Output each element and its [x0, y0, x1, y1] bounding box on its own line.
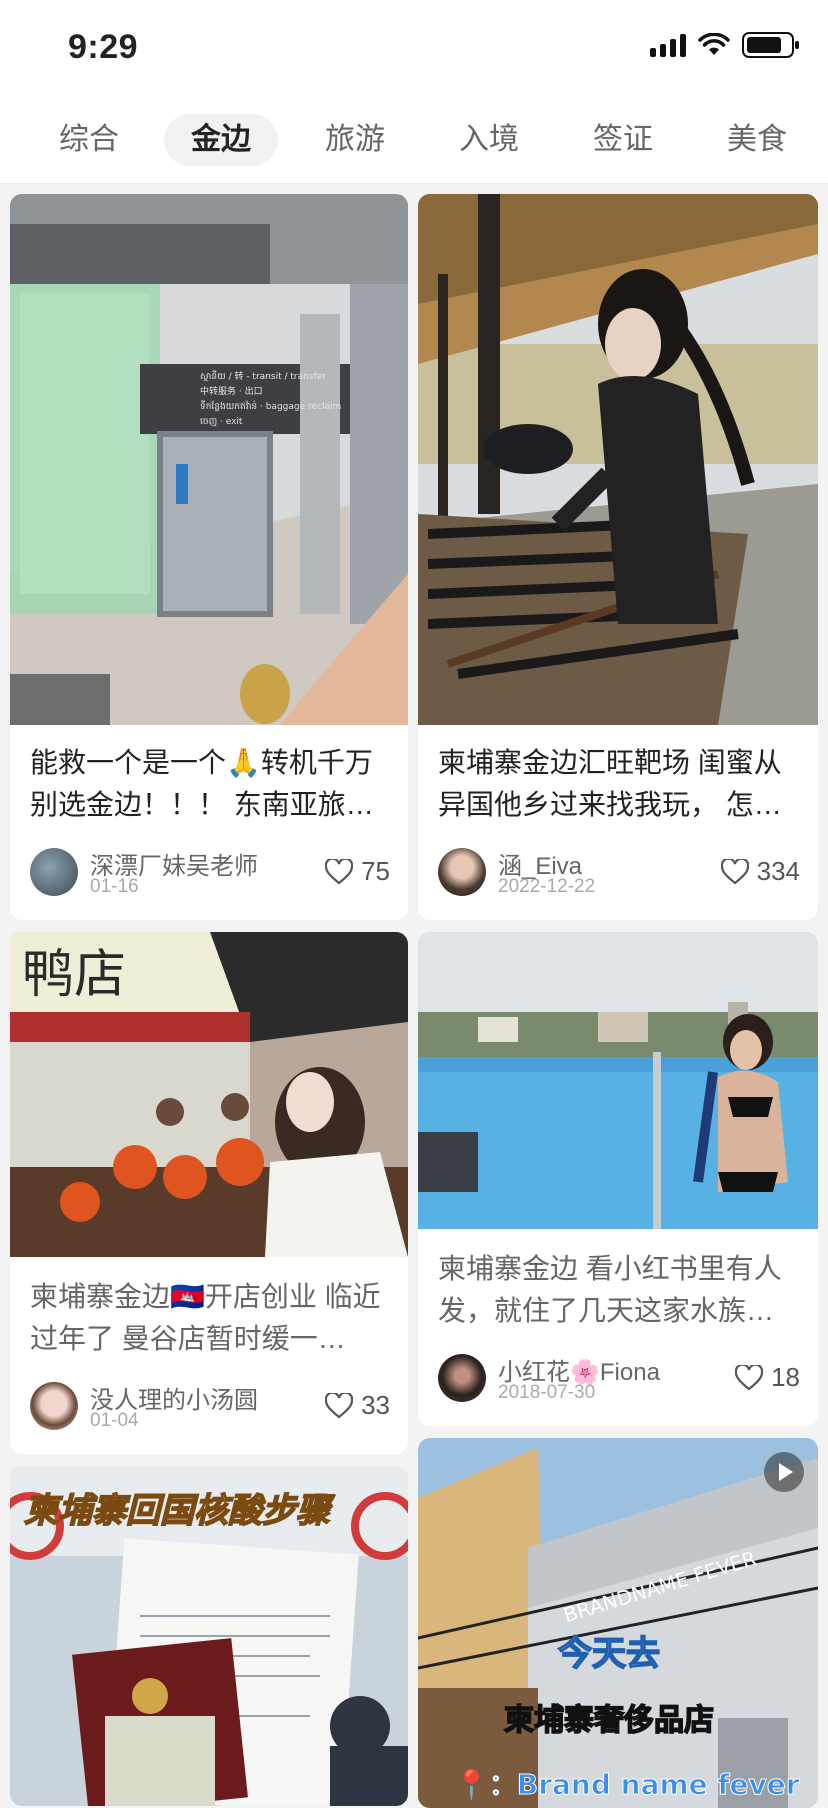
signage-exit-text: ចេញ · exit: [200, 417, 243, 427]
post-date: 01-04: [90, 1410, 139, 1431]
post-card[interactable]: 鸭店 柬埔寨金边🇰🇭开店创业 临近过年了 曼谷店暂时缓一… 没人理的小汤圆 01…: [10, 932, 408, 1454]
signage-transit-text: ស្ថានីយ / 转 - transit / transfer: [200, 370, 326, 382]
signage-baggage-text: ទីកន្លែងយកឥវ៉ាន់ · baggage reclaim: [200, 400, 341, 412]
heart-icon: [720, 858, 749, 884]
post-cover-image: ស្ថានីយ / 转 - transit / transfer 中转服务 · …: [10, 194, 408, 725]
heart-icon: [735, 1364, 764, 1390]
heart-icon: [325, 858, 354, 884]
post-date: 2022-12-22: [498, 876, 596, 897]
post-date: 01-16: [90, 876, 139, 897]
like-button[interactable]: 75: [325, 856, 390, 887]
shop-sign-text: 鸭店: [22, 945, 126, 1005]
like-count: 33: [361, 1390, 390, 1420]
tab-food[interactable]: 美食: [712, 114, 802, 166]
post-cover-image: BRANDNAME FEVER 今天去 柬埔寨奢侈品店 📍：Brand name…: [418, 1438, 818, 1808]
status-icons: [650, 32, 799, 58]
cellular-signal-icon: [650, 33, 686, 57]
like-count: 334: [756, 856, 800, 886]
like-button[interactable]: 33: [325, 1390, 390, 1421]
post-card[interactable]: BRANDNAME FEVER 今天去 柬埔寨奢侈品店 📍：Brand name…: [418, 1438, 818, 1808]
post-title: 柬埔寨金边 看小红书里有人发，就住了几天这家水族…: [438, 1253, 782, 1326]
avatar[interactable]: [30, 1382, 78, 1430]
post-title: 柬埔寨金边🇰🇭开店创业 临近过年了 曼谷店暂时缓一…: [30, 1281, 381, 1354]
post-title: 能救一个是一个🙏转机千万别选金边！！！ 东南亚旅…: [30, 747, 374, 820]
video-play-icon: [764, 1452, 804, 1492]
post-meta: 深漂厂妹吴老师 01-16 75: [30, 846, 390, 898]
tab-visa[interactable]: 签证: [578, 114, 668, 166]
status-bar: 9:29: [0, 0, 828, 100]
status-time: 9:29: [68, 28, 139, 66]
tab-entry[interactable]: 入境: [444, 114, 534, 166]
signage-service-text: 中转服务 · 出口: [200, 385, 263, 397]
tab-comprehensive[interactable]: 综合: [44, 114, 134, 166]
post-date: 2018-07-30: [498, 1382, 596, 1403]
wifi-icon: [698, 33, 730, 55]
cover-text-line2: 柬埔寨奢侈品店: [504, 1703, 714, 1738]
post-title: 柬埔寨金边汇旺靶场 闺蜜从异国他乡过来找我玩， 怎…: [438, 747, 782, 820]
post-cover-image: [418, 932, 818, 1229]
avatar[interactable]: [438, 1354, 486, 1402]
post-cover-image: 柬埔寨回国核酸步骤: [10, 1466, 408, 1806]
post-card[interactable]: ស្ថានីយ / 转 - transit / transfer 中转服务 · …: [10, 194, 408, 920]
cover-text-line3: 📍：Brand name fever: [454, 1768, 800, 1801]
battery-icon: [742, 32, 799, 58]
avatar[interactable]: [30, 848, 78, 896]
post-meta: 小红花🌸Fiona 2018-07-30 18: [438, 1352, 800, 1404]
post-cover-image: [418, 194, 818, 725]
like-button[interactable]: 334: [720, 856, 800, 887]
post-card[interactable]: 柬埔寨金边 看小红书里有人发，就住了几天这家水族… 小红花🌸Fiona 2018…: [418, 932, 818, 1426]
like-button[interactable]: 18: [735, 1362, 800, 1393]
post-cover-image: 鸭店: [10, 932, 408, 1257]
avatar[interactable]: [438, 848, 486, 896]
post-meta: 没人理的小汤圆 01-04 33: [30, 1380, 390, 1432]
like-count: 18: [771, 1362, 800, 1392]
cover-text-line1: 今天去: [558, 1634, 660, 1674]
post-card[interactable]: 柬埔寨回国核酸步骤: [10, 1466, 408, 1806]
post-card[interactable]: 柬埔寨金边汇旺靶场 闺蜜从异国他乡过来找我玩， 怎… 涵_Eiva 2022-1…: [418, 194, 818, 920]
tab-phnom-penh[interactable]: 金边: [164, 114, 278, 166]
post-meta: 涵_Eiva 2022-12-22 334: [438, 846, 800, 898]
like-count: 75: [361, 856, 390, 886]
cover-headline-text: 柬埔寨回国核酸步骤: [24, 1491, 336, 1531]
category-tabs: 综合 金边 旅游 入境 签证 美食: [0, 100, 828, 184]
tab-travel[interactable]: 旅游: [310, 114, 400, 166]
heart-icon: [325, 1392, 354, 1418]
